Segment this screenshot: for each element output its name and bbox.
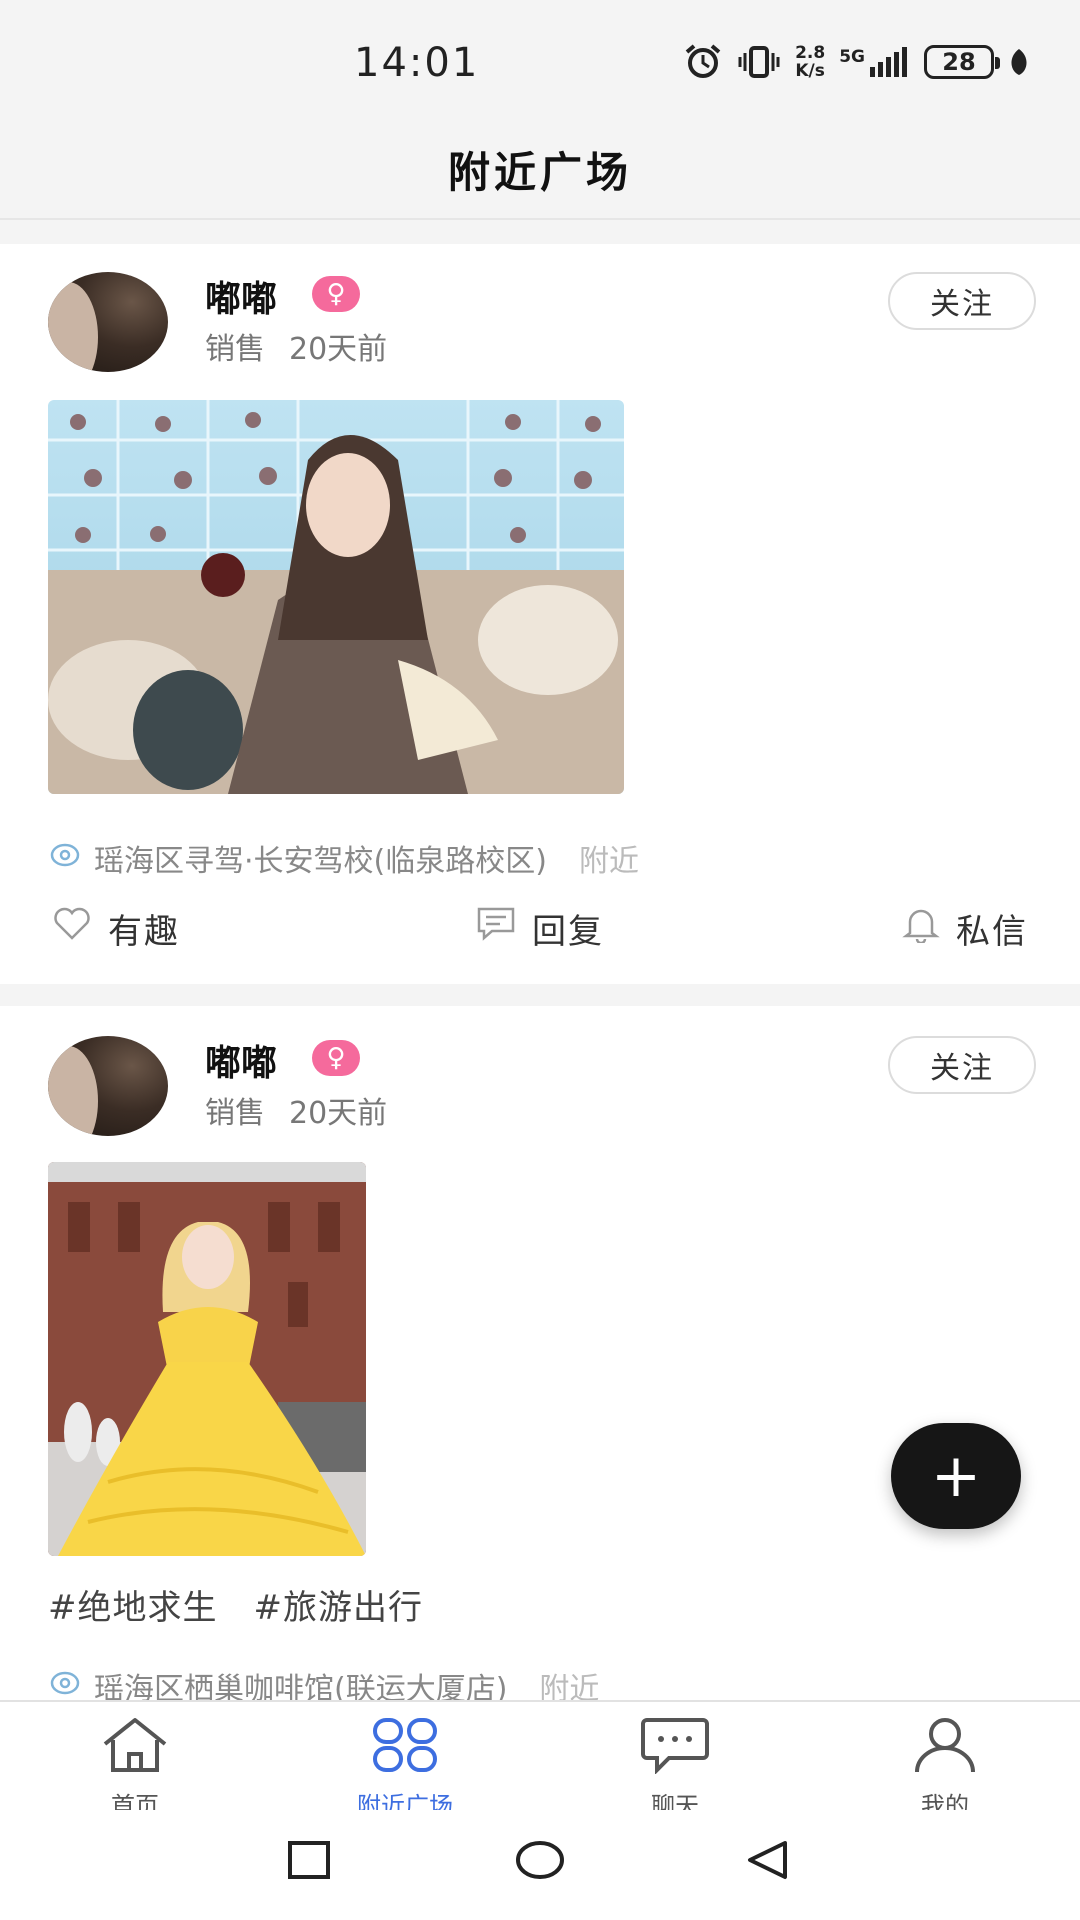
nav-item-home[interactable]: 首页 [35,1716,235,1821]
location-text: 瑶海区寻驾·长安驾校(临泉路校区) [94,844,547,879]
near-label: 附近 [578,844,639,879]
bell-icon [902,905,940,952]
bottom-nav: 首页 附近广场 聊天 我的 [0,1700,1080,1820]
net-speed-unit: K/s [795,61,825,81]
grid-icon [369,1716,441,1780]
post-location[interactable]: 瑶海区寻驾·长安驾校(临泉路校区) 附近 [50,836,639,880]
follow-button[interactable]: 关注 [888,1036,1036,1094]
photo-girl-on-sofa-image [48,400,624,794]
create-post-button[interactable]: + [891,1423,1021,1529]
leaf-icon [1008,47,1030,77]
home-circle-icon[interactable] [515,1840,565,1884]
post-time: 20天前 [289,332,388,367]
location-pin-icon [50,1669,80,1704]
nav-item-chat[interactable]: 聊天 [575,1716,775,1821]
battery-level: 28 [942,48,976,76]
heart-icon [52,907,92,950]
back-triangle-icon[interactable] [745,1840,789,1884]
avatar[interactable] [48,1036,168,1136]
comment-icon [476,906,516,951]
username[interactable]: 嘟嘟 [205,270,277,322]
post-tags: #绝地求生 #旅游出行 [48,1580,423,1629]
username[interactable]: 嘟嘟 [205,1034,277,1086]
chat-icon [639,1716,711,1780]
network-type: 5G [839,47,865,67]
home-icon [99,1716,171,1780]
signal-icon: 5G [839,47,910,77]
photo-yellow-dress-image [48,1162,366,1556]
page-title: 附近广场 [447,147,632,197]
gender-female-badge: ♀ [312,276,360,312]
net-speed-value: 2.8 [795,43,826,63]
vibrate-icon [737,45,781,79]
system-nav-bar [0,1810,1080,1920]
alarm-icon [683,44,723,80]
post-card[interactable]: 嘟嘟 ♀ 销售 20天前 关注 [0,1006,1080,1707]
message-label: 私信 [956,912,1028,952]
nav-item-me[interactable]: 我的 [845,1716,1045,1821]
occupation: 销售 [205,1096,265,1131]
tag[interactable]: #旅游出行 [254,1588,424,1628]
avatar[interactable] [48,272,168,372]
post-photo[interactable] [48,400,624,794]
location-pin-icon [50,841,80,876]
message-button[interactable]: 私信 [902,904,1028,953]
reply-button[interactable]: 回复 [476,904,604,953]
post-meta: 销售 20天前 [205,1088,387,1132]
status-bar: 14:01 2.8 K/s 5G 28 [0,0,1080,120]
gender-female-badge: ♀ [312,1040,360,1076]
status-time: 14:01 [354,40,480,86]
occupation: 销售 [205,332,265,367]
post-time: 20天前 [289,1096,388,1131]
post-card[interactable]: 嘟嘟 ♀ 销售 20天前 关注 [0,244,1080,984]
reply-label: 回复 [532,912,604,952]
net-speed: 2.8 K/s [795,44,825,80]
status-icons: 2.8 K/s 5G 28 [683,44,1030,80]
nav-item-nearby[interactable]: 附近广场 [305,1716,505,1821]
like-button[interactable]: 有趣 [52,904,180,953]
recents-icon[interactable] [287,1840,331,1884]
post-actions: 有趣 回复 私信 [0,904,1080,964]
post-meta: 销售 20天前 [205,324,387,368]
user-icon [909,1716,981,1780]
battery-indicator: 28 [924,45,1000,79]
post-photo[interactable] [48,1162,366,1556]
follow-button[interactable]: 关注 [888,272,1036,330]
like-label: 有趣 [108,912,180,952]
tag[interactable]: #绝地求生 [48,1588,218,1628]
title-bar: 附近广场 [0,120,1080,220]
